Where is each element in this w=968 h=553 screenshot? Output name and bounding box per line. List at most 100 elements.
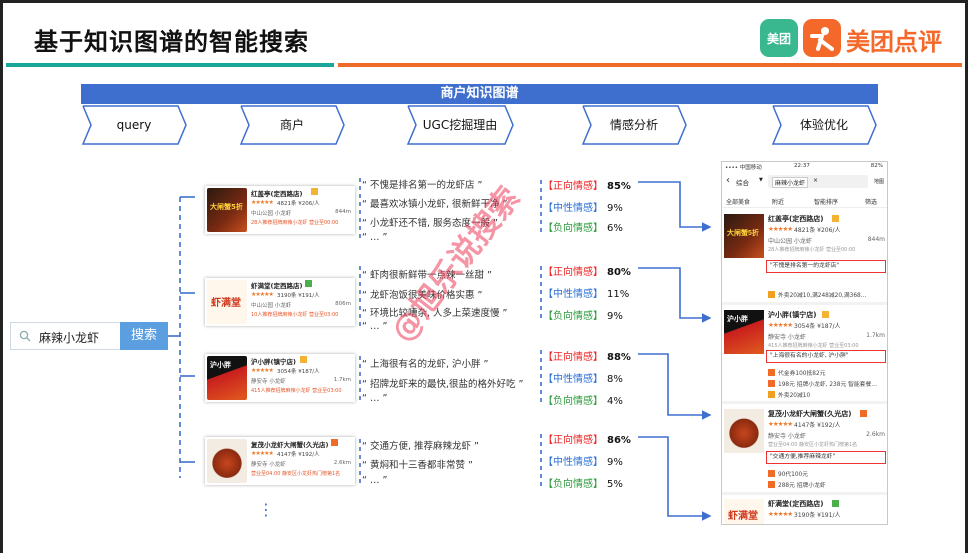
shop-name: 虾满堂(定西路店)	[251, 282, 303, 290]
review-quote: “ 上海很有名的龙虾, 沪小胖 ”	[362, 359, 489, 370]
back-icon[interactable]: ‹	[726, 175, 730, 186]
sentiment-neutral: 【中性情感】 9%	[543, 203, 623, 214]
sentiment-positive: 【正向情感】 86%	[543, 435, 631, 446]
shop-distance: 806m	[335, 301, 351, 307]
carrier-label: •••• 中国移动	[725, 165, 762, 171]
sentiment-positive: 【正向情感】 85%	[543, 181, 631, 192]
filter-bar: 全部美食 附近 智能排序 筛选	[722, 194, 887, 208]
shop-image: 虾满堂	[724, 499, 764, 524]
sentiment-negative: 【负向情感】 4%	[543, 396, 623, 407]
phone-mockup: •••• 中国移动 22:37 82% ‹ 综合 ▼ 麻辣小龙虾 × 地图 全部…	[721, 161, 888, 525]
shop-image: 沪小胖	[207, 356, 247, 400]
shop-reviews-price: 3190条 ¥191/人	[277, 293, 320, 299]
phone-result-item[interactable]: 复茂小龙虾大闸蟹(久光店) ★★★★★ 4147条 ¥192/人 静安寺 小龙虾…	[722, 405, 887, 495]
phone-search-bar[interactable]: ‹ 综合 ▼ 麻辣小龙虾 × 地图	[726, 174, 885, 190]
highlighted-review-quote: "上海很有名的小龙虾, 沪小胖"	[766, 350, 886, 363]
status-bar: •••• 中国移动 22:37 82%	[722, 162, 887, 172]
phone-search-field[interactable]: 麻辣小龙虾 ×	[768, 175, 868, 188]
shop-tag: 10人推荐招牌麻辣小龙虾 营业至03:00	[251, 312, 339, 318]
battery-level: 82%	[870, 163, 883, 169]
shop-image-caption: 沪小胖	[210, 361, 231, 369]
shop-card[interactable]: 复茂小龙虾大闸蟹(久光店) ★★★★★ 4147条 ¥192/人 静安寺 小龙虾…	[205, 437, 355, 485]
shop-location: 静安寺 小龙虾	[251, 462, 286, 468]
badge-icon	[311, 188, 318, 195]
takeout-offer: 外卖20减10	[768, 390, 810, 399]
search-button[interactable]: 搜索	[120, 322, 168, 350]
category-select[interactable]: 综合	[736, 177, 749, 187]
sentiment-negative: 【负向情感】 6%	[543, 223, 623, 234]
sentiment-neutral: 【中性情感】 11%	[543, 289, 630, 300]
star-rating: ★★★★★	[768, 511, 793, 518]
takeout-offer: 外卖20减10,满248减20,满368…	[768, 290, 867, 299]
sentiment-negative: 【负向情感】 5%	[543, 479, 623, 490]
shop-image: 大闸蟹5折	[207, 188, 247, 232]
clear-icon[interactable]: ×	[813, 177, 818, 184]
badge-icon	[832, 215, 839, 222]
shop-location: 中山公园 小龙虾	[251, 303, 292, 309]
shop-distance: 2.6km	[866, 431, 885, 438]
highlighted-review-quote: "不愧是排名第一的龙虾店"	[766, 260, 886, 273]
voucher-offer: 90代100元	[768, 469, 808, 478]
badge-icon	[822, 311, 829, 318]
shop-location: 静安寺 小龙虾	[768, 334, 806, 341]
shop-location: 中山公园 小龙虾	[768, 238, 812, 245]
shop-image-caption: 沪小胖	[727, 316, 748, 323]
star-rating: ★★★★★	[768, 421, 793, 428]
shop-name: 虾满堂(定西路店)	[768, 500, 824, 508]
shop-image: 虾满堂	[207, 280, 247, 324]
badge-icon	[860, 410, 867, 417]
badge-icon	[300, 356, 307, 363]
shop-name: 复茂小龙虾大闸蟹(久光店)	[251, 441, 329, 449]
review-quote: “ … ”	[362, 393, 388, 404]
shop-image-caption: 虾满堂	[728, 511, 758, 522]
shop-distance: 2.6km	[333, 460, 351, 466]
phone-result-item[interactable]: 沪小胖 沪小胖(镇宁店) ★★★★★ 3054条 ¥187/人 静安寺 小龙虾 …	[722, 306, 887, 404]
chevron-down-icon: ▼	[759, 177, 763, 183]
sentiment-neutral: 【中性情感】 8%	[543, 374, 623, 385]
search-box[interactable]: 麻辣小龙虾 搜索	[10, 322, 168, 350]
shop-name: 红盖亭(定西路店)	[251, 190, 303, 198]
badge-icon	[331, 439, 338, 446]
deal-offer: 288元 招牌小龙虾	[768, 480, 826, 489]
shop-reviews-price: 4147条 ¥192/人	[277, 452, 320, 458]
shop-reviews-price: 4147条 ¥192/人	[794, 422, 841, 429]
deal-offer: 198元 招牌小龙虾, 238元 智能套餐…	[768, 379, 877, 388]
shop-tag: 415人推荐招牌麻辣小龙虾 营业至03:00	[251, 388, 342, 394]
search-icon	[19, 330, 31, 342]
review-quote: “ 不愧是排名第一的龙虾店 ”	[362, 180, 483, 191]
sentiment-neutral: 【中性情感】 9%	[543, 457, 623, 468]
shop-reviews-price: 4821条 ¥206/人	[794, 227, 841, 234]
shop-reviews-price: 4821条 ¥206/人	[277, 201, 320, 207]
shop-tag: 28人推荐招牌麻辣小龙虾 营业至00:00	[768, 247, 856, 253]
shop-name: 复茂小龙虾大闸蟹(久光店)	[768, 410, 852, 418]
shop-image	[207, 439, 247, 483]
filter-more[interactable]: 筛选	[865, 197, 877, 206]
filter-nearby[interactable]: 附近	[772, 197, 784, 206]
shop-card[interactable]: 沪小胖 沪小胖(镇宁店) ★★★★★ 3054条 ¥187/人 静安寺 小龙虾 …	[205, 354, 355, 402]
shop-card[interactable]: 大闸蟹5折 红盖亭(定西路店) ★★★★★ 4821条 ¥206/人 中山公园 …	[205, 186, 355, 234]
query-chip: 麻辣小龙虾	[772, 177, 809, 188]
filter-sort[interactable]: 智能排序	[814, 197, 838, 206]
star-rating: ★★★★★	[768, 322, 793, 329]
shop-card[interactable]: 虾满堂 虾满堂(定西路店) ★★★★★ 3190条 ¥191/人 中山公园 小龙…	[205, 278, 355, 326]
map-button[interactable]: 地图	[874, 178, 884, 185]
shop-name: 沪小胖(镇宁店)	[768, 311, 817, 319]
shop-distance: 1.7km	[866, 332, 885, 339]
highlighted-review-quote: "交通方便,推荐麻辣龙虾"	[766, 451, 886, 464]
shop-image	[724, 409, 764, 453]
badge-icon	[305, 280, 312, 287]
shop-name: 红盖亭(定西路店)	[768, 215, 824, 223]
filter-all-food[interactable]: 全部美食	[726, 197, 750, 206]
star-rating: ★★★★★	[768, 226, 793, 233]
badge-icon	[832, 500, 839, 507]
status-time: 22:37	[794, 163, 810, 169]
shop-image-caption: 大闸蟹5折	[210, 203, 243, 211]
star-rating: ★★★★★	[251, 200, 274, 206]
shop-image: 沪小胖	[724, 310, 764, 354]
review-quote: “ … ”	[362, 232, 388, 243]
review-quote: “ 招牌龙虾来的最快,很盐的格外好吃 ”	[362, 379, 524, 390]
search-input[interactable]: 麻辣小龙虾	[39, 329, 99, 346]
shop-distance: 1.7km	[333, 377, 351, 383]
phone-result-item[interactable]: 虾满堂 虾满堂(定西路店) ★★★★★ 3190条 ¥191/人	[722, 495, 887, 524]
phone-result-item[interactable]: 大闸蟹5折 红盖亭(定西路店) ★★★★★ 4821条 ¥206/人 中山公园 …	[722, 210, 887, 306]
